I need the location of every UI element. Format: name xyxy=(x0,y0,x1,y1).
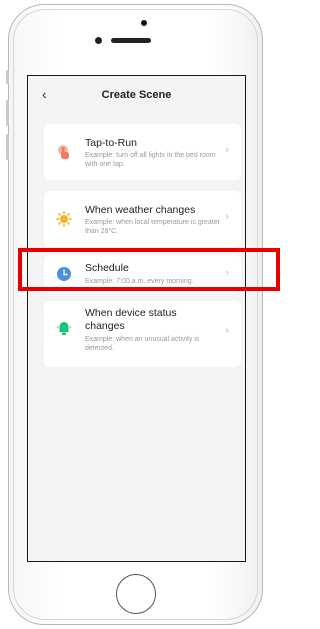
option-title: Tap-to-Run xyxy=(85,137,137,149)
home-button[interactable] xyxy=(116,574,156,614)
device-icon xyxy=(57,322,71,335)
chevron-right-icon: › xyxy=(225,144,229,156)
sun-icon xyxy=(56,211,72,227)
option-weather-changes[interactable]: When weather changes Example: when local… xyxy=(44,191,241,247)
option-title: When device status changes xyxy=(85,307,177,332)
speaker-grille xyxy=(111,38,151,43)
phone-side-button xyxy=(6,134,9,160)
option-title: When weather changes xyxy=(85,204,196,216)
front-camera xyxy=(95,37,102,44)
page-title: Create Scene xyxy=(101,89,172,101)
option-description: Example: when local temperature is great… xyxy=(85,219,221,235)
app-screen: ‹ Create Scene Tap-to-Run Example: turn … xyxy=(27,75,246,562)
phone-side-button xyxy=(6,70,9,84)
highlight-box xyxy=(18,248,280,291)
option-description: Example: turn off all lights in the bed … xyxy=(85,152,216,168)
header-bar: ‹ Create Scene xyxy=(28,76,245,116)
chevron-right-icon: › xyxy=(225,211,229,223)
option-tap-to-run[interactable]: Tap-to-Run Example: turn off all lights … xyxy=(44,124,241,180)
option-device-status-changes[interactable]: When device status changes Example: when… xyxy=(44,301,241,367)
phone-side-button xyxy=(6,100,9,126)
chevron-right-icon: › xyxy=(225,325,229,337)
tap-icon xyxy=(58,145,69,159)
earpiece-dot xyxy=(141,20,147,26)
option-description: Example: when an unusual activity is det… xyxy=(85,336,200,352)
